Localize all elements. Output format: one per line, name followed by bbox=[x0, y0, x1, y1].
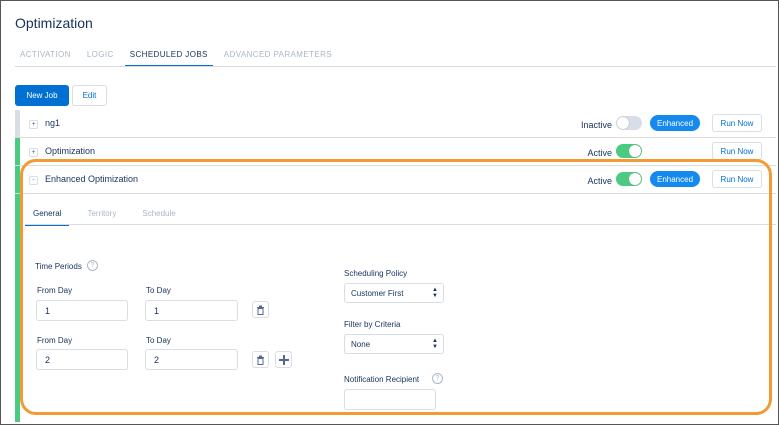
job-active-toggle[interactable] bbox=[616, 116, 642, 130]
plus-icon bbox=[278, 354, 289, 365]
notification-recipient-label: Notification Recipient bbox=[344, 375, 420, 384]
select-caret-icon: ▲ ▼ bbox=[432, 338, 438, 350]
job-status: Active bbox=[587, 148, 612, 158]
to-day-input[interactable]: 2 bbox=[145, 349, 238, 370]
job-name: Optimization bbox=[45, 146, 96, 156]
notification-recipient-input[interactable] bbox=[344, 389, 436, 410]
job-name: Enhanced Optimization bbox=[45, 174, 139, 184]
select-caret-icon: ▲ ▼ bbox=[432, 287, 438, 299]
new-job-button[interactable]: New Job bbox=[15, 85, 69, 106]
from-day-label: From Day bbox=[37, 286, 73, 295]
filter-criteria-value: None bbox=[351, 340, 371, 349]
help-icon[interactable]: ? bbox=[87, 260, 98, 271]
run-now-button[interactable]: Run Now bbox=[712, 170, 762, 188]
help-icon[interactable]: ? bbox=[432, 373, 443, 384]
job-row-enhanced-optimization: - Enhanced Optimization Active Enhanced … bbox=[15, 166, 776, 194]
enhanced-badge[interactable]: Enhanced bbox=[650, 115, 700, 131]
to-day-input[interactable]: 1 bbox=[145, 300, 238, 321]
sub-tabs-divider bbox=[25, 224, 776, 225]
delete-period-button[interactable] bbox=[252, 351, 269, 368]
job-status: Inactive bbox=[580, 120, 612, 130]
from-day-label: From Day bbox=[37, 336, 73, 345]
page-title: Optimization bbox=[15, 15, 93, 31]
run-now-button[interactable]: Run Now bbox=[712, 114, 762, 132]
tab-scheduled-jobs[interactable]: SCHEDULED JOBS bbox=[124, 47, 213, 67]
tab-schedule[interactable]: Schedule bbox=[134, 206, 183, 226]
to-day-label: To Day bbox=[146, 286, 171, 295]
tabs-divider bbox=[15, 66, 776, 67]
scheduling-policy-value: Customer First bbox=[351, 289, 404, 298]
toggle-knob bbox=[629, 145, 641, 157]
to-day-label: To Day bbox=[146, 336, 171, 345]
enhanced-badge[interactable]: Enhanced bbox=[650, 171, 700, 187]
toggle-knob bbox=[629, 173, 641, 185]
job-row-optimization: + Optimization Active Run Now bbox=[15, 138, 776, 166]
job-status: Active bbox=[587, 176, 612, 186]
edit-button[interactable]: Edit bbox=[72, 85, 107, 106]
job-row-ng1: + ng1 Inactive Enhanced Run Now bbox=[15, 110, 776, 138]
scheduling-policy-select[interactable]: Customer First ▲ ▼ bbox=[344, 283, 444, 303]
scheduling-policy-label: Scheduling Policy bbox=[344, 269, 408, 278]
add-period-button[interactable] bbox=[275, 351, 292, 368]
expanded-job-status-bar bbox=[15, 194, 20, 422]
tab-general[interactable]: General bbox=[25, 206, 70, 226]
app-window: Optimization ACTIVATION LOGIC SCHEDULED … bbox=[0, 0, 779, 425]
tab-advanced-parameters[interactable]: ADVANCED PARAMETERS bbox=[219, 47, 337, 67]
job-active-toggle[interactable] bbox=[616, 172, 642, 186]
from-day-input[interactable]: 1 bbox=[36, 300, 128, 321]
expander-icon[interactable]: - bbox=[29, 176, 38, 185]
delete-period-button[interactable] bbox=[252, 301, 269, 318]
row-status-bar bbox=[15, 110, 20, 137]
tab-logic[interactable]: LOGIC bbox=[82, 47, 119, 67]
tab-territory[interactable]: Territory bbox=[79, 206, 124, 226]
toggle-knob bbox=[617, 117, 629, 129]
filter-criteria-label: Filter by Criteria bbox=[344, 320, 401, 329]
trash-icon bbox=[257, 305, 264, 315]
row-status-bar bbox=[15, 138, 20, 165]
trash-icon bbox=[257, 355, 264, 365]
main-tabs: ACTIVATION LOGIC SCHEDULED JOBS ADVANCED… bbox=[15, 47, 343, 67]
run-now-button[interactable]: Run Now bbox=[712, 142, 762, 160]
job-active-toggle[interactable] bbox=[616, 144, 642, 158]
time-periods-label: Time Periods bbox=[35, 262, 82, 271]
tab-activation[interactable]: ACTIVATION bbox=[15, 47, 76, 67]
filter-criteria-select[interactable]: None ▲ ▼ bbox=[344, 334, 444, 354]
expander-icon[interactable]: + bbox=[29, 120, 38, 129]
row-status-bar bbox=[15, 166, 20, 193]
job-detail-tabs: General Territory Schedule bbox=[25, 206, 194, 226]
expander-icon[interactable]: + bbox=[29, 148, 38, 157]
job-name: ng1 bbox=[45, 118, 61, 128]
from-day-input[interactable]: 2 bbox=[36, 349, 128, 370]
